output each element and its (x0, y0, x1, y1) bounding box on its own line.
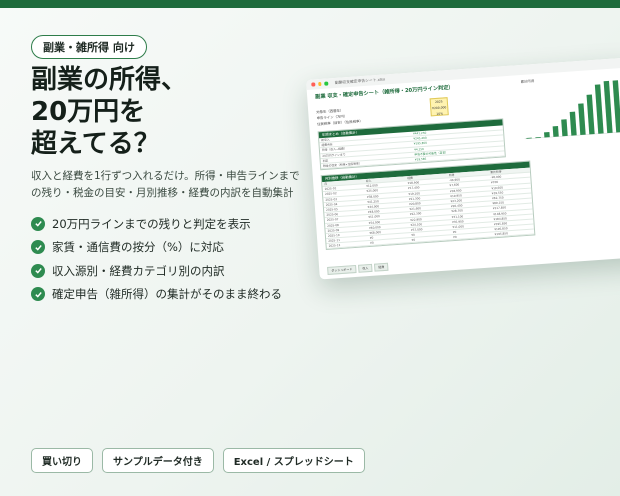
chart-bar (569, 111, 577, 136)
feature-label: 確定申告（雑所得）の集計がそのまま終わる (52, 287, 282, 302)
feature-item: 収入源別・経費カテゴリ別の内訳 (31, 259, 282, 283)
headline-line-2: 20万円を (31, 97, 146, 127)
chart-bar (578, 103, 586, 135)
feature-item: 20万円ラインまでの残りと判定を表示 (31, 212, 282, 236)
minimize-dot-icon (317, 82, 322, 86)
chart-bar (586, 94, 595, 135)
close-dot-icon (311, 82, 315, 87)
feature-item: 家賃・通信費の按分（%）に対応 (31, 236, 282, 260)
check-icon (31, 240, 45, 255)
sheet-tabs: ダッシュボード 収入 経費 (327, 262, 389, 275)
input-rate: 10% (436, 111, 444, 116)
feature-label: 家賃・通信費の按分（%）に対応 (52, 240, 224, 255)
subtext-line-2: の残り・税金の目安・月別推移・経費の内訳を自動集計 (31, 187, 294, 199)
file-name: 副業収支確定申告シート.xlsx (334, 76, 386, 85)
tab-dashboard[interactable]: ダッシュボード (327, 264, 357, 275)
monthly-table: 月別推移（自動集計） 月収入 経費 所得 累計所得 2025-01 ¥12,000 ¥18,… (320, 160, 536, 251)
chart-bar (603, 80, 613, 134)
maximize-dot-icon (324, 81, 328, 86)
tab-income[interactable]: 収入 (358, 263, 373, 273)
pill-format: Excel / スプレッドシート (222, 448, 365, 473)
tab-expense[interactable]: 経費 (374, 262, 389, 272)
headline-line-3: 超えてる？ (31, 129, 160, 159)
feature-label: 20万円ラインまでの残りと判定を表示 (52, 216, 251, 231)
subtext-line-1: 収入と経費を1行ずつ入れるだけ。所得・申告ラインまで (31, 170, 300, 182)
feature-list: 20万円ラインまでの残りと判定を表示 家賃・通信費の按分（%）に対応 収入源別・… (31, 212, 282, 306)
feature-label: 収入源別・経費カテゴリ別の内訳 (52, 263, 225, 278)
chart-bar (612, 80, 620, 133)
top-accent-bar (0, 0, 620, 8)
check-icon (31, 216, 45, 231)
check-icon (31, 263, 45, 278)
check-icon (31, 287, 45, 302)
pill-group: 買い切り サンプルデータ付き Excel / スプレッドシート (31, 448, 365, 473)
summary-table: 年間まとめ（自動集計） 総収入 ¥441,250 経費合計 ¥245,400 所得（収入… (317, 118, 506, 171)
chart-bar (544, 131, 550, 138)
spreadsheet-mockup: 副業収支確定申告シート.xlsx 副業 収支・確定申告シート（雑所得・20万円ラ… (306, 56, 620, 280)
subtext: 収入と経費を1行ずつ入れるだけ。所得・申告ラインまで の残り・税金の目安・月別推… (31, 168, 301, 202)
pill-sample-data: サンプルデータ付き (102, 448, 214, 473)
feature-item: 確定申告（雑所得）の集計がそのまま終わる (31, 283, 282, 307)
input-cells: 2025 ¥200,000 10% (429, 97, 449, 117)
chart-bar (594, 84, 604, 134)
chart-bar (552, 126, 559, 137)
headline: 副業の所得、 20万円を 超えてる？ (31, 64, 301, 160)
headline-line-1: 副業の所得、 (31, 65, 188, 95)
bar-chart-svg (524, 80, 620, 140)
chart-bar (561, 119, 568, 137)
audience-tag: 副業・雑所得 向け (31, 35, 147, 59)
pill-one-time-purchase: 買い切り (31, 448, 93, 473)
cumulative-chart: 累計所得 (520, 72, 620, 141)
